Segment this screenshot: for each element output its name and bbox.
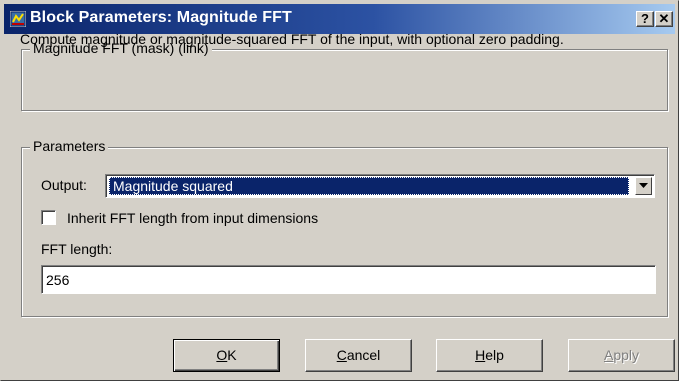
help-label-rest: elp [485,347,504,363]
parameters-group-label: Parameters [30,138,109,154]
fft-length-label: FFT length: [41,241,113,257]
output-label: Output: [41,177,87,193]
apply-label-rest: pply [613,347,640,363]
apply-button[interactable]: Apply [568,339,675,372]
cancel-mnemonic: C [336,347,347,363]
block-parameters-dialog: Block Parameters: Magnitude FFT ? ✕ Magn… [0,0,679,381]
inherit-fft-length-checkbox[interactable] [41,210,56,225]
cancel-label-rest: ancel [346,347,381,363]
description-text: Compute magnitude or magnitude-squared F… [20,31,564,47]
window-title: Block Parameters: Magnitude FFT [30,9,292,26]
chevron-down-icon [639,183,648,188]
inherit-fft-length-label[interactable]: Inherit FFT length from input dimensions [67,210,318,226]
close-button[interactable]: ✕ [655,11,673,27]
fft-length-field[interactable] [41,265,656,294]
output-dropdown[interactable]: Magnitude squared [105,174,655,198]
ok-label-rest: K [227,347,237,363]
cancel-button[interactable]: Cancel [305,339,412,372]
help-mnemonic: H [475,347,486,363]
ok-button[interactable]: OK [173,339,280,372]
description-group: Magnitude FFT (mask) (link) [21,40,668,111]
dropdown-arrow-button[interactable] [635,177,652,195]
output-selected-value: Magnitude squared [109,177,629,195]
simulink-block-icon [10,11,26,27]
help-title-button[interactable]: ? [636,11,654,27]
help-button[interactable]: Help [436,339,543,372]
ok-mnemonic: O [216,347,228,363]
apply-mnemonic: A [603,347,614,363]
